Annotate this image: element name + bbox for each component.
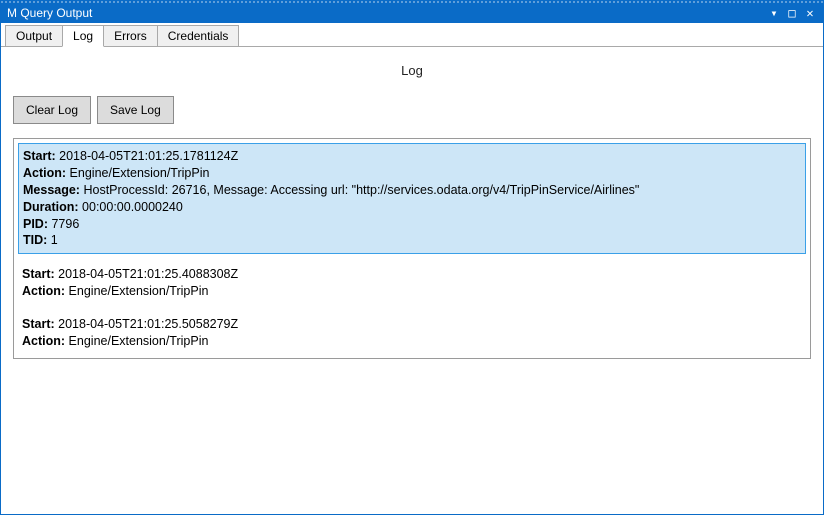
log-start: 2018-04-05T21:01:25.1781124Z	[59, 149, 238, 163]
log-pid: 7796	[51, 217, 79, 231]
log-message: HostProcessId: 26716, Message: Accessing…	[83, 183, 639, 197]
log-list: Start: 2018-04-05T21:01:25.1781124Z Acti…	[13, 138, 811, 359]
log-entry[interactable]: Start: 2018-04-05T21:01:25.4088308Z Acti…	[18, 262, 806, 304]
dropdown-icon[interactable]: ▾	[765, 4, 783, 22]
field-label: Message:	[23, 183, 80, 197]
field-label: Start:	[23, 149, 56, 163]
tab-label: Output	[16, 29, 52, 43]
log-action: Engine/Extension/TripPin	[70, 166, 210, 180]
tab-errors[interactable]: Errors	[103, 25, 158, 46]
log-start: 2018-04-05T21:01:25.4088308Z	[58, 267, 238, 281]
log-action: Engine/Extension/TripPin	[69, 334, 209, 348]
close-icon[interactable]: ✕	[801, 4, 819, 22]
maximize-icon[interactable]: □	[783, 4, 801, 22]
tab-output[interactable]: Output	[5, 25, 63, 46]
log-entry[interactable]: Start: 2018-04-05T21:01:25.1781124Z Acti…	[18, 143, 806, 254]
field-label: Action:	[22, 334, 65, 348]
clear-log-button[interactable]: Clear Log	[13, 96, 91, 124]
log-tid: 1	[51, 233, 58, 247]
field-label: TID:	[23, 233, 47, 247]
log-start: 2018-04-05T21:01:25.5058279Z	[58, 317, 238, 331]
field-label: Action:	[23, 166, 66, 180]
field-label: PID:	[23, 217, 48, 231]
log-action: Engine/Extension/TripPin	[69, 284, 209, 298]
tab-credentials[interactable]: Credentials	[157, 25, 240, 46]
toolbar: Clear Log Save Log	[13, 96, 811, 124]
field-label: Duration:	[23, 200, 79, 214]
field-label: Start:	[22, 317, 55, 331]
field-label: Start:	[22, 267, 55, 281]
tab-strip: Output Log Errors Credentials	[1, 23, 823, 47]
tab-log[interactable]: Log	[62, 25, 104, 47]
tab-label: Credentials	[168, 29, 229, 43]
titlebar: M Query Output ▾ □ ✕	[1, 1, 823, 23]
pane-title: Log	[13, 63, 811, 78]
tab-label: Errors	[114, 29, 147, 43]
log-duration: 00:00:00.0000240	[82, 200, 183, 214]
window-title: M Query Output	[7, 6, 765, 20]
tab-label: Log	[73, 29, 93, 43]
log-entry[interactable]: Start: 2018-04-05T21:01:25.5058279Z Acti…	[18, 312, 806, 354]
field-label: Action:	[22, 284, 65, 298]
save-log-button[interactable]: Save Log	[97, 96, 174, 124]
content-pane: Log Clear Log Save Log Start: 2018-04-05…	[1, 47, 823, 369]
